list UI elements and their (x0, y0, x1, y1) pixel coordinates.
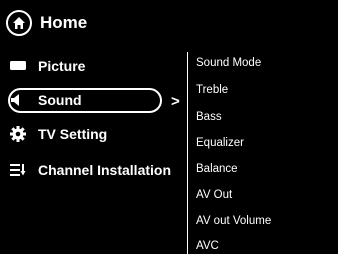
menu-item-sound[interactable]: Sound (10, 92, 82, 108)
submenu-item-equalizer[interactable]: Equalizer (196, 137, 244, 149)
menu-divider (187, 52, 188, 254)
menu-item-label: Sound (38, 92, 82, 108)
menu-item-label: Channel Installation (38, 162, 172, 178)
menu-item-picture[interactable]: Picture (10, 58, 85, 74)
chevron-right-icon: > (171, 93, 180, 110)
submenu-item-sound-mode[interactable]: Sound Mode (196, 57, 261, 69)
submenu-item-avc[interactable]: AVC (196, 240, 219, 252)
submenu-item-bass[interactable]: Bass (196, 111, 222, 123)
home-header[interactable]: Home (6, 8, 87, 38)
submenu-item-balance[interactable]: Balance (196, 163, 238, 175)
home-icon (6, 10, 32, 36)
menu-item-label: Picture (38, 58, 86, 74)
speaker-icon (10, 93, 32, 107)
menu-item-tv-setting[interactable]: TV Setting (10, 126, 107, 142)
gear-icon (10, 126, 32, 142)
submenu-item-av-out-volume[interactable]: AV out Volume (196, 215, 271, 227)
channel-list-icon (10, 164, 32, 176)
submenu-item-treble[interactable]: Treble (196, 84, 228, 96)
menu-item-label: TV Setting (38, 126, 108, 142)
picture-icon (10, 61, 32, 71)
main-menu: Home Picture Sound > TV Setting Channel … (0, 0, 180, 254)
menu-item-channel-installation[interactable]: Channel Installation (10, 162, 171, 178)
submenu-item-av-out[interactable]: AV Out (196, 189, 232, 201)
home-title: Home (40, 13, 88, 32)
